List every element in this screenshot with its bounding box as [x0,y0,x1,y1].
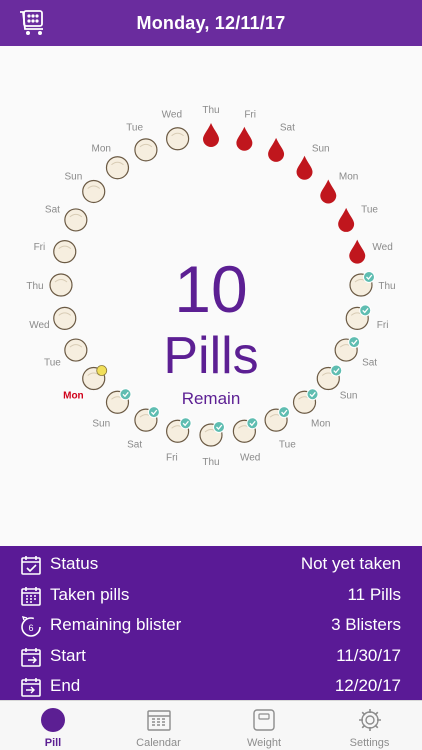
status-row-label: Remaining blister [50,615,182,635]
blood-drop-icon [236,126,253,151]
pill-icon [166,127,190,151]
day-label: Wed [162,109,182,120]
calendar-grid-icon [21,586,41,606]
pill-day[interactable]: Sat [45,205,88,232]
pill-day[interactable]: Sun [64,171,106,204]
day-label: Mon [339,171,358,182]
day-label: Wed [240,453,260,464]
tab-label: Calendar [136,737,181,749]
pill-icon [82,179,106,204]
period-day[interactable]: Sat [268,122,295,162]
day-label: Thu [202,457,219,468]
blood-drop-icon [203,123,219,147]
day-label: Sat [45,205,60,216]
calendar-tab-icon [146,710,171,731]
period-day[interactable]: Tue [338,205,378,232]
pill-dial: Thu Fri Sat Sun Mon Tue Wed Thu Fri Sat Sun Mon Tue W… [0,46,422,546]
day-label: Sat [127,440,142,451]
period-day[interactable]: Sun [296,143,330,180]
day-label: Tue [361,205,378,216]
app-header: Monday, 12/11/17 [0,0,422,46]
day-label: Sun [92,419,110,430]
tab-bar: Pill Calendar Weight Settings [0,700,422,750]
day-label: Sat [280,122,295,133]
status-row-value: 11 Pills [347,584,401,604]
taken-check-icon [179,417,192,430]
status-row: 6 Remaining blister 3 Blisters [0,610,422,640]
day-label: Mon [311,419,330,430]
gear-tab-icon [358,709,381,731]
day-label: Fri [244,109,256,120]
status-row: Start 11/30/17 [0,641,422,671]
day-label: Tue [126,122,143,133]
status-row: End 12/20/17 [0,671,422,701]
status-row: Status Not yet taken [0,549,422,579]
tab-label: Pill [44,737,62,749]
day-label: Fri [34,242,46,253]
calendar-start-icon [21,647,41,667]
pill-day[interactable]: Tue [126,122,158,162]
taken-check-icon [213,421,225,433]
blood-drop-icon [320,179,337,204]
period-day[interactable]: Fri [236,109,256,151]
tab-label: Weight [246,737,282,749]
tab-settings[interactable]: Settings [317,701,422,750]
blister-count-badge: 6 [28,623,33,633]
pill-icon [134,138,158,162]
pill-day[interactable]: Thu [199,421,225,469]
blood-drop-icon [296,155,313,180]
day-label: Fri [166,453,178,464]
tab-calendar[interactable]: Calendar [106,701,212,750]
day-label: Mon [92,143,111,154]
blister-count-icon: 6 [21,616,41,637]
pill-count: 10 [174,252,248,326]
pill-count-unit: Pills [163,327,259,385]
status-row-label: Start [50,645,86,665]
tab-pill[interactable]: Pill [0,701,106,750]
status-row-label: Taken pills [50,584,130,604]
pill-remain-caption: Remain [181,389,241,408]
pill-day[interactable]: Fri [166,417,192,464]
day-label: Wed [372,242,392,253]
tab-weight[interactable]: Weight [211,701,317,750]
pill-day[interactable]: Mon [92,143,130,180]
status-row-label: Status [50,554,99,573]
status-row-value: 3 Blisters [331,615,401,635]
day-label: Sun [64,171,82,182]
day-label: Tue [279,440,296,451]
period-day[interactable]: Thu [202,105,220,147]
blood-drop-icon [268,137,285,162]
day-label: Sun [312,143,330,154]
status-row: Taken pills 11 Pills [0,580,422,610]
pill-icon [64,208,88,232]
status-row-value: 12/20/17 [334,676,401,696]
period-day[interactable]: Mon [320,171,358,204]
tab-label: Settings [349,737,390,749]
pill-icon [105,156,130,180]
taken-check-icon [246,417,259,430]
day-label: Thu [202,105,219,116]
calendar-check-icon [21,556,41,575]
status-row-value: Not yet taken [300,554,401,573]
pill-day[interactable]: Wed [232,417,260,464]
header-date-title: Monday, 12/11/17 [136,12,286,33]
status-panel: Status Not yet taken Taken pills 11 Pills 6 R… [0,546,422,700]
pill-cart-icon[interactable] [18,9,48,37]
blood-drop-icon [338,207,355,232]
pill-day[interactable]: Tue [264,406,296,451]
calendar-end-icon [21,678,41,698]
pill-day[interactable]: Sat [127,406,160,451]
status-row-label: End [50,676,81,696]
scale-tab-icon [253,709,275,731]
pill-tab-icon [41,708,65,732]
pill-day[interactable]: Wed [162,109,190,151]
status-row-value: 11/30/17 [336,645,401,665]
